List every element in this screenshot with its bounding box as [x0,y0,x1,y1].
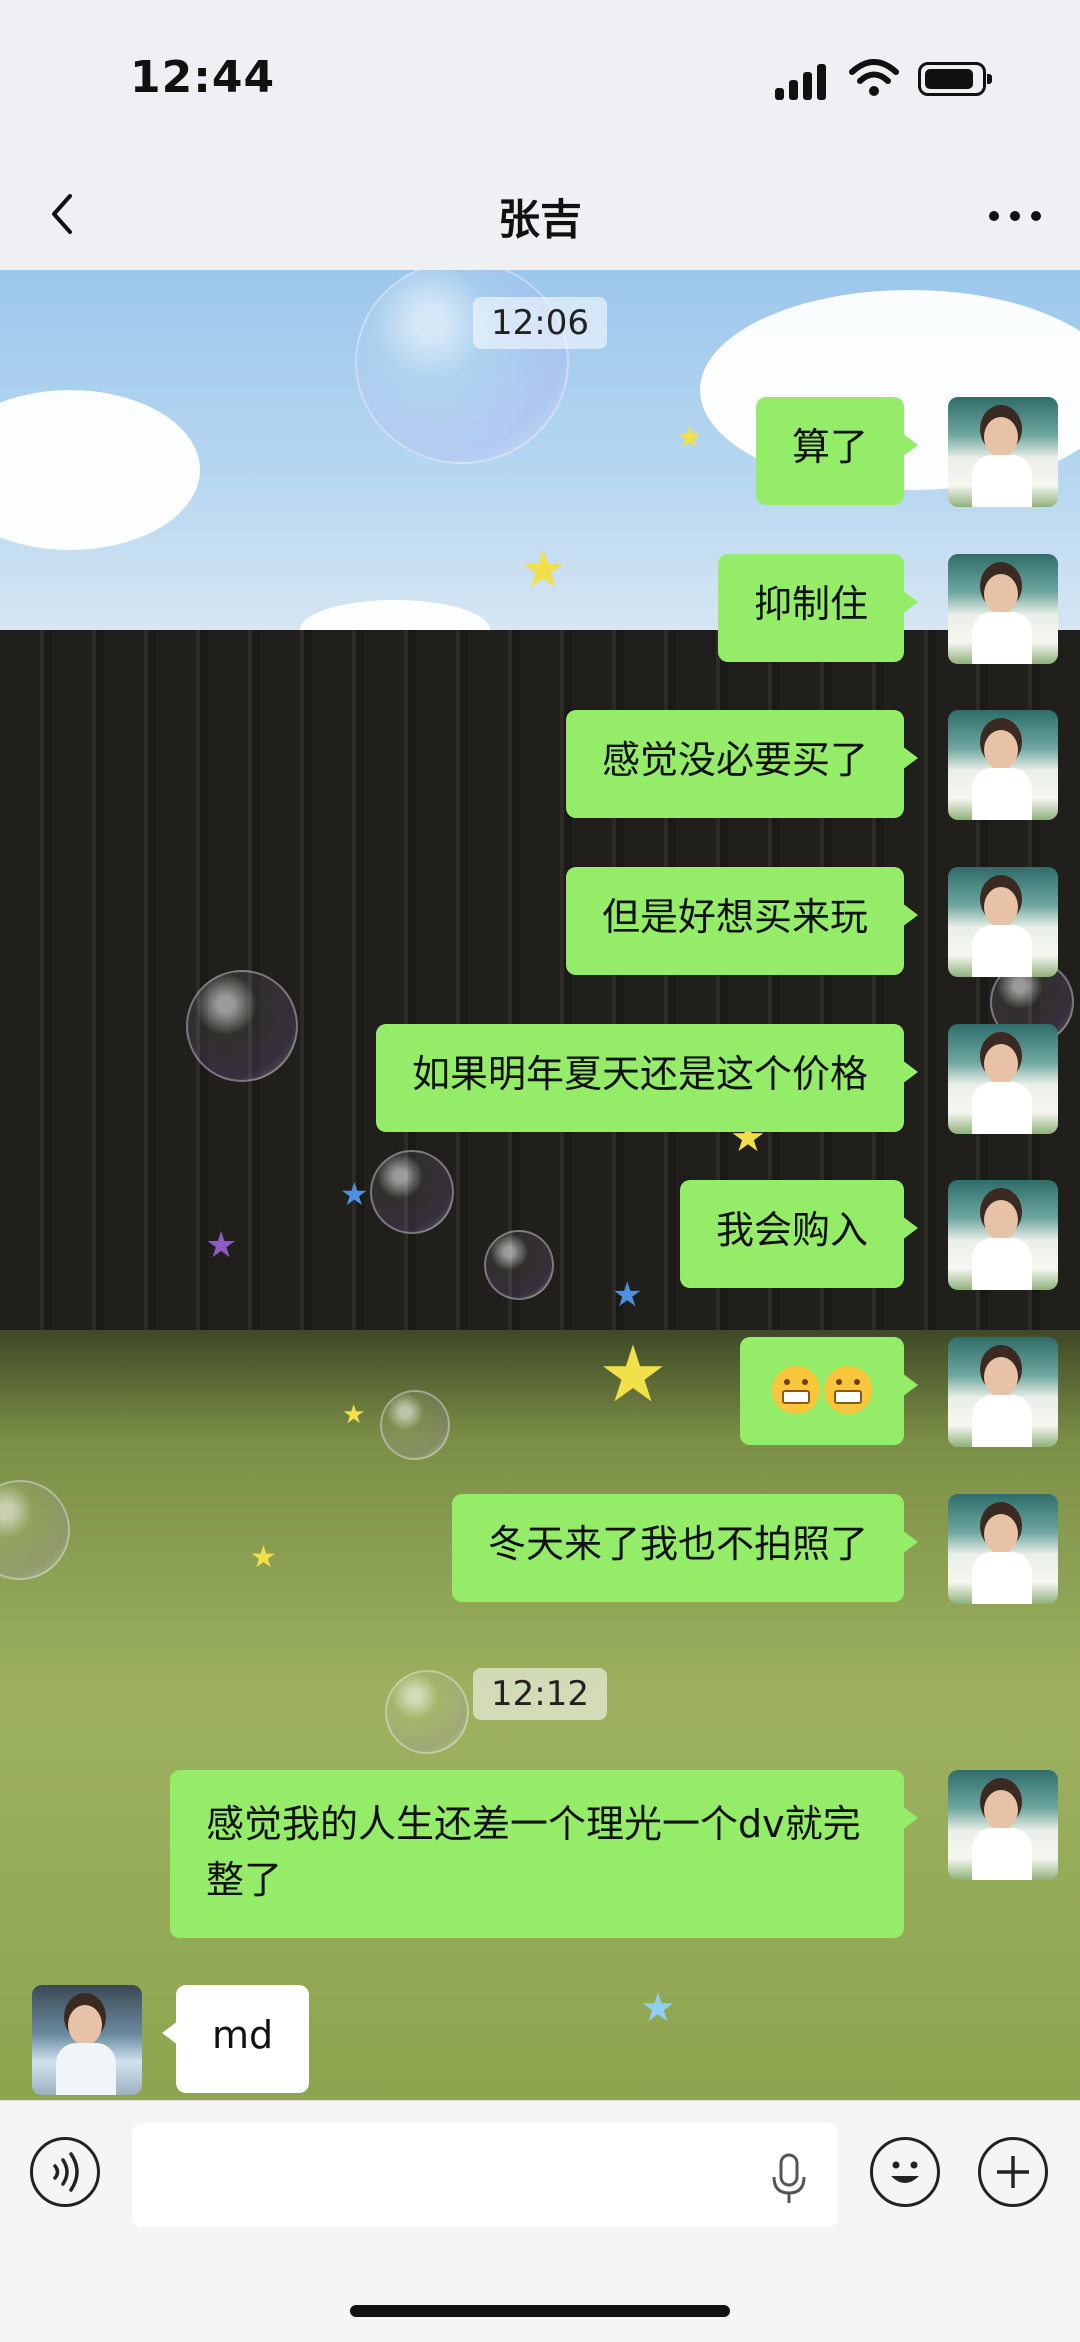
avatar[interactable] [948,1024,1058,1134]
soap-bubble-decoration [0,1480,70,1580]
voice-icon [53,2152,79,2192]
star-decoration: ★ [676,420,703,455]
star-decoration: ★ [640,1985,676,2031]
fence-background [0,630,1080,1330]
timestamp: 12:12 [0,1668,1080,1720]
star-decoration: ★ [342,1400,366,1430]
more-options-button[interactable] [980,184,1050,244]
plus-icon [997,2156,1029,2188]
message-bubble[interactable]: 但是好想买来玩 [565,867,919,975]
message-bubble[interactable]: 我会购入 [679,1180,919,1288]
cellular-signal-icon [775,62,835,100]
soap-bubble-decoration [380,1390,450,1460]
star-decoration: ★ [612,1275,643,1315]
message-bubble[interactable]: 冬天来了我也不拍照了 [451,1494,919,1602]
contact-avatar[interactable] [32,1985,142,2095]
avatar[interactable] [948,397,1058,507]
soap-bubble-decoration [370,1150,454,1234]
star-decoration: ★ [340,1175,369,1213]
wifi-icon [849,59,899,96]
timestamp: 12:06 [0,297,1080,349]
avatar[interactable] [948,1494,1058,1604]
avatar[interactable] [948,554,1058,664]
smiley-icon [891,2161,919,2183]
avatar[interactable] [948,1180,1058,1290]
message-bubble[interactable] [740,1337,918,1445]
grimacing-face-emoji [770,1365,874,1414]
star-decoration: ★ [250,1540,277,1575]
message-bubble[interactable]: 如果明年夏天还是这个价格 [375,1024,919,1132]
microphone-icon[interactable] [768,2151,810,2205]
star-decoration: ★ [520,540,567,600]
cloud-decoration [0,390,200,550]
avatar[interactable] [948,1337,1058,1447]
star-decoration: ★ [205,1225,238,1266]
soap-bubble-decoration [484,1230,554,1300]
soap-bubble-decoration [186,970,298,1082]
emoji-button[interactable] [870,2137,940,2207]
message-bubble[interactable]: 抑制住 [717,554,919,662]
message-bubble[interactable]: md [161,1985,310,2093]
avatar[interactable] [948,867,1058,977]
status-bar: 12:44 [0,0,1080,160]
chat-title: 张吉 [497,195,582,244]
star-decoration: ★ [598,1330,668,1420]
chat-header: 张吉 [0,160,1080,271]
message-bubble[interactable]: 感觉我的人生还差一个理光一个dv就完整了 [170,1770,918,1938]
message-input[interactable] [132,2123,838,2227]
battery-icon [918,62,992,96]
status-time: 12:44 [130,52,276,103]
home-indicator[interactable] [350,2305,730,2317]
message-bubble[interactable]: 感觉没必要买了 [565,710,919,818]
avatar[interactable] [948,1770,1058,1880]
plus-button[interactable] [978,2137,1048,2207]
message-bubble[interactable]: 算了 [755,397,919,505]
voice-button[interactable] [30,2137,100,2207]
avatar[interactable] [948,710,1058,820]
